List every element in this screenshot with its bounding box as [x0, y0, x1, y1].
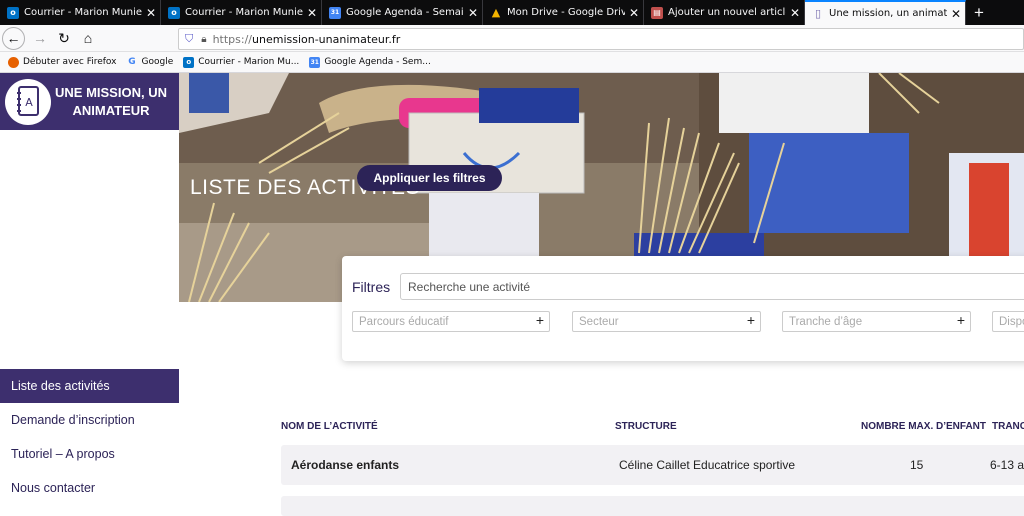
column-header-structure[interactable]: STRUCTURE — [615, 421, 677, 432]
firefox-icon — [8, 56, 19, 68]
outlook-icon: o — [183, 56, 195, 68]
article-icon: ▤ — [651, 6, 663, 19]
tab-title: Mon Drive - Google Drive — [507, 7, 625, 18]
outlook-icon: o — [168, 6, 180, 19]
bookmark-label: Google Agenda - Sem... — [324, 57, 431, 67]
activity-structure: Céline Caillet Educatrice sportive — [619, 458, 796, 472]
bookmark-label: Google — [141, 57, 174, 67]
plus-icon: + — [956, 312, 965, 328]
notebook-logo-icon: A — [5, 78, 51, 125]
select-placeholder: Dispo — [999, 315, 1024, 328]
site-name-line: ANIMATEUR — [72, 102, 150, 118]
activity-age-range: 6-13 a — [990, 458, 1024, 472]
forward-icon[interactable]: → — [28, 26, 52, 50]
bookmark-item[interactable]: G Google — [127, 57, 174, 68]
tranche-age-select[interactable]: Tranche d’âge + — [782, 311, 971, 332]
select-placeholder: Secteur — [579, 315, 619, 328]
select-placeholder: Tranche d’âge — [789, 315, 863, 328]
svg-text:A: A — [25, 96, 33, 109]
web-page: A UNE MISSION, UN ANIMATEUR Liste des ac… — [0, 73, 1024, 516]
reload-icon[interactable]: ↻ — [52, 26, 76, 50]
column-header-nombre-max[interactable]: NOMBRE MAX. D’ENFANT — [861, 421, 986, 432]
shield-icon[interactable]: ⛉ — [185, 32, 193, 46]
url-protocol: https:// — [212, 32, 253, 46]
table-row[interactable] — [281, 496, 1024, 516]
activity-max-children: 15 — [910, 458, 924, 472]
google-icon: G — [128, 57, 136, 67]
close-tab-icon[interactable]: ✕ — [142, 6, 160, 20]
back-icon[interactable]: ← — [2, 26, 25, 50]
browser-tab-active[interactable]: ▯ Une mission, un animateur ✕ — [805, 0, 966, 25]
column-header-nom[interactable]: NOM DE L’ACTIVITÉ — [281, 421, 378, 432]
browser-tab[interactable]: o Courrier - Marion Munier - Out ✕ — [0, 0, 161, 25]
tab-title: Google Agenda - Semaine du 2 — [346, 7, 464, 18]
apply-filters-button[interactable]: Appliquer les filtres — [357, 165, 502, 191]
site-name: UNE MISSION, UN ANIMATEUR — [51, 84, 171, 120]
lock-icon[interactable]: 🔒︎ — [201, 34, 206, 45]
home-icon[interactable]: ⌂ — [76, 26, 100, 50]
new-tab-icon[interactable]: + — [966, 0, 992, 25]
outlook-icon: o — [7, 6, 19, 19]
filters-panel: Filtres Recherche une activité Parcours … — [342, 256, 1024, 361]
tab-title: Une mission, un animateur — [829, 8, 947, 19]
url-host: unemission-unanimateur.fr — [252, 32, 401, 46]
close-tab-icon[interactable]: ✕ — [786, 6, 804, 20]
calendar-icon: 31 — [309, 56, 321, 68]
close-tab-icon[interactable]: ✕ — [303, 6, 321, 20]
bookmarks-toolbar: Débuter avec Firefox G Google o Courrier… — [0, 52, 1024, 73]
browser-tab[interactable]: ▲ Mon Drive - Google Drive ✕ — [483, 0, 644, 25]
drive-icon: ▲ — [491, 6, 501, 19]
bookmark-label: Débuter avec Firefox — [23, 57, 117, 67]
navigation-toolbar: ← → ↻ ⌂ ⛉ 🔒︎ https:// unemission-unanima… — [0, 25, 1024, 52]
site-name-line: UNE MISSION, UN — [55, 84, 167, 100]
tab-strip: o Courrier - Marion Munier - Out ✕ o Cou… — [0, 0, 1024, 25]
sidebar-item-contact[interactable]: Nous contacter — [0, 471, 179, 505]
close-tab-icon[interactable]: ✕ — [625, 6, 643, 20]
tab-title: Courrier - Marion Munier - Out — [185, 7, 303, 18]
sidebar: A UNE MISSION, UN ANIMATEUR Liste des ac… — [0, 73, 179, 512]
tab-title: Courrier - Marion Munier - Out — [24, 7, 142, 18]
activity-name[interactable]: Aérodanse enfants — [291, 458, 399, 472]
url-bar[interactable]: ⛉ 🔒︎ https:// unemission-unanimateur.fr — [178, 28, 1024, 50]
search-input[interactable]: Recherche une activité — [400, 273, 1024, 300]
page-icon: ▯ — [814, 7, 822, 20]
select-placeholder: Parcours éducatif — [359, 315, 449, 328]
filters-label: Filtres — [352, 279, 391, 295]
close-tab-icon[interactable]: ✕ — [464, 6, 482, 20]
bookmark-item[interactable]: o Courrier - Marion Mu... — [183, 56, 300, 68]
plus-icon: + — [746, 312, 755, 328]
tab-title: Ajouter un nouvel article ‹ Cen — [668, 7, 786, 18]
sidebar-item-inscription[interactable]: Demande d’inscription — [0, 403, 179, 437]
sidebar-item-tutoriel[interactable]: Tutoriel – A propos — [0, 437, 179, 471]
parcours-select[interactable]: Parcours éducatif + — [352, 311, 550, 332]
browser-tab[interactable]: ▤ Ajouter un nouvel article ‹ Cen ✕ — [644, 0, 805, 25]
calendar-icon: 31 — [329, 6, 341, 19]
browser-tab[interactable]: o Courrier - Marion Munier - Out ✕ — [161, 0, 322, 25]
bookmark-item[interactable]: Débuter avec Firefox — [8, 56, 117, 68]
table-row[interactable]: Aérodanse enfants Céline Caillet Educatr… — [281, 445, 1024, 485]
secteur-select[interactable]: Secteur + — [572, 311, 761, 332]
site-brand[interactable]: A UNE MISSION, UN ANIMATEUR — [0, 73, 179, 130]
column-header-tranche[interactable]: TRANC — [992, 421, 1024, 432]
plus-icon: + — [535, 312, 544, 328]
sidebar-menu: Liste des activités Demande d’inscriptio… — [0, 369, 179, 505]
sidebar-item-liste-activites[interactable]: Liste des activités — [0, 369, 179, 403]
close-tab-icon[interactable]: ✕ — [947, 7, 965, 21]
bookmark-label: Courrier - Marion Mu... — [198, 57, 300, 67]
bookmark-item[interactable]: 31 Google Agenda - Sem... — [309, 56, 431, 68]
dispo-select[interactable]: Dispo — [992, 311, 1024, 332]
browser-tab[interactable]: 31 Google Agenda - Semaine du 2 ✕ — [322, 0, 483, 25]
